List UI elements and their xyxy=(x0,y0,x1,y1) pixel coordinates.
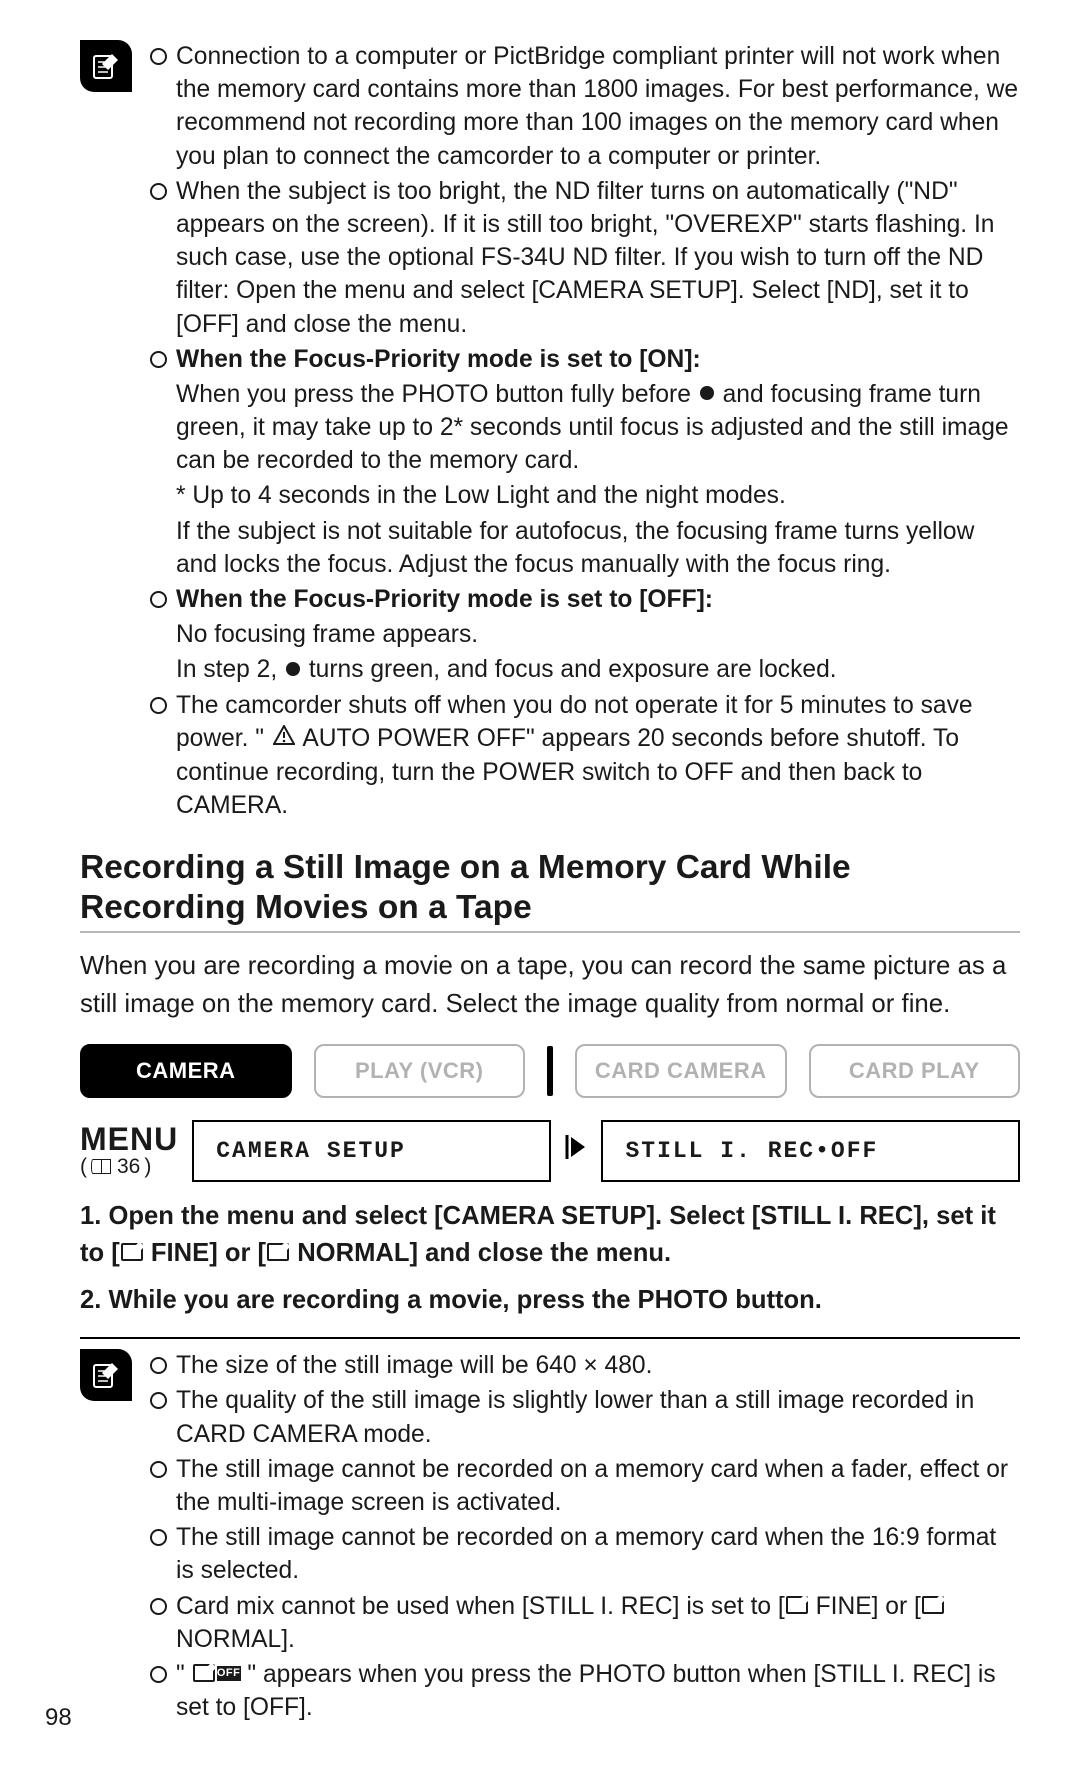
mode-play-vcr: PLAY (VCR) xyxy=(314,1044,526,1098)
menu-label: MENU ( 36) xyxy=(80,1123,178,1179)
menu-path-row: MENU ( 36) CAMERA SETUP STILL I. REC•OFF xyxy=(80,1120,1020,1182)
note2-item1: The size of the still image will be 640 … xyxy=(150,1349,1020,1382)
menu-word: MENU xyxy=(80,1123,178,1155)
note1-item3c: If the subject is not suitable for autof… xyxy=(150,515,1020,581)
focus-dot-icon xyxy=(700,386,714,400)
mode-separator xyxy=(547,1046,553,1096)
note1-item4a: No focusing frame appears. xyxy=(150,618,1020,651)
divider xyxy=(80,1337,1020,1339)
section-lead: When you are recording a movie on a tape… xyxy=(80,947,1020,1024)
note1-item1: Connection to a computer or PictBridge c… xyxy=(150,40,1020,173)
book-icon xyxy=(91,1159,111,1174)
step-2: 2. While you are recording a movie, pres… xyxy=(80,1282,1020,1319)
card-icon xyxy=(922,1596,944,1614)
notes-block-2: The size of the still image will be 640 … xyxy=(80,1349,1020,1726)
note1-item2: When the subject is too bright, the ND f… xyxy=(150,175,1020,341)
focus-priority-on-heading: When the Focus-Priority mode is set to [… xyxy=(176,346,701,373)
menu-arrow-icon xyxy=(565,1132,587,1169)
note2-item2: The quality of the still image is slight… xyxy=(150,1384,1020,1450)
card-icon xyxy=(121,1243,143,1261)
notes-content-2: The size of the still image will be 640 … xyxy=(150,1349,1020,1726)
steps-list: 1. Open the menu and select [CAMERA SETU… xyxy=(80,1198,1020,1319)
warning-triangle-icon xyxy=(273,721,295,754)
mode-card-play: CARD PLAY xyxy=(809,1044,1021,1098)
notes-block-1: Connection to a computer or PictBridge c… xyxy=(80,40,1020,824)
note2-item6: " OFF " appears when you press the PHOTO… xyxy=(150,1658,1020,1724)
note1-item4-heading: When the Focus-Priority mode is set to [… xyxy=(150,583,1020,616)
focus-priority-off-heading: When the Focus-Priority mode is set to [… xyxy=(176,586,713,613)
notepad-icon xyxy=(80,1349,132,1401)
note2-item4: The still image cannot be recorded on a … xyxy=(150,1521,1020,1587)
card-off-badge: OFF xyxy=(217,1666,241,1681)
menu-page-ref: ( 36) xyxy=(80,1155,178,1179)
card-icon xyxy=(786,1596,808,1614)
focus-dot-icon-2 xyxy=(286,662,300,676)
mode-selector-row: CAMERA PLAY (VCR) CARD CAMERA CARD PLAY xyxy=(80,1044,1020,1098)
card-icon xyxy=(267,1243,289,1261)
note1-item4b: In step 2, turns green, and focus and ex… xyxy=(150,653,1020,686)
step-1: 1. Open the menu and select [CAMERA SETU… xyxy=(80,1198,1020,1272)
notes-content-1: Connection to a computer or PictBridge c… xyxy=(150,40,1020,824)
note1-item3a: When you press the PHOTO button fully be… xyxy=(150,378,1020,478)
menu-box-camera-setup: CAMERA SETUP xyxy=(192,1120,551,1182)
menu-box-still-rec: STILL I. REC•OFF xyxy=(601,1120,1020,1182)
note2-item3: The still image cannot be recorded on a … xyxy=(150,1453,1020,1519)
notepad-icon xyxy=(80,40,132,92)
note1-item3b: * Up to 4 seconds in the Low Light and t… xyxy=(150,479,1020,512)
note2-item5: Card mix cannot be used when [STILL I. R… xyxy=(150,1590,1020,1656)
note1-item3-heading: When the Focus-Priority mode is set to [… xyxy=(150,343,1020,376)
mode-card-camera: CARD CAMERA xyxy=(575,1044,787,1098)
section-title: Recording a Still Image on a Memory Card… xyxy=(80,848,1020,932)
page-number: 98 xyxy=(45,1704,72,1732)
card-icon xyxy=(193,1664,215,1682)
note1-item5: The camcorder shuts off when you do not … xyxy=(150,689,1020,823)
mode-camera: CAMERA xyxy=(80,1044,292,1098)
